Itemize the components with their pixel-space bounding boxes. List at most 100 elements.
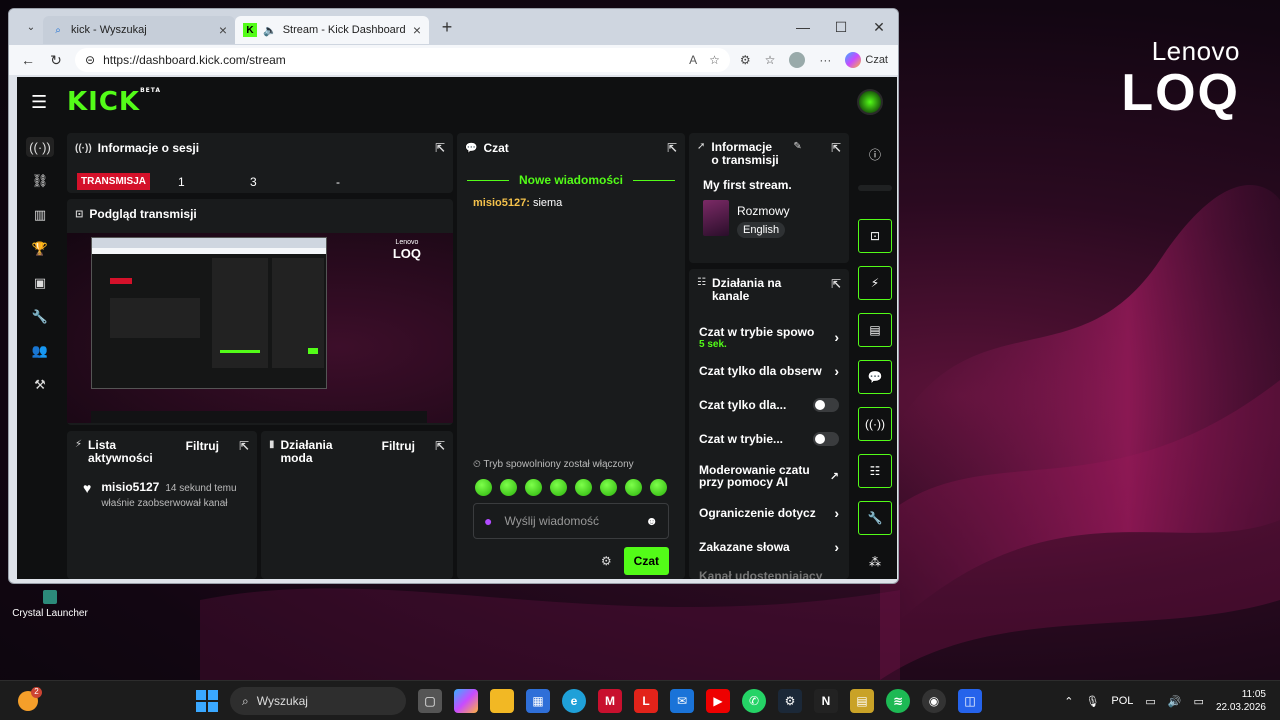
- emote-icon[interactable]: [575, 479, 592, 496]
- youtube-icon[interactable]: ▶: [706, 689, 730, 713]
- emote-icon[interactable]: [625, 479, 642, 496]
- profile-avatar[interactable]: [789, 52, 806, 68]
- notion-icon[interactable]: N: [814, 689, 838, 713]
- popout-icon[interactable]: ⇱: [239, 439, 249, 453]
- action-banned-words[interactable]: Zakazane słowa ›: [689, 530, 849, 564]
- microphone-tray-icon[interactable]: 🎙: [1085, 695, 1099, 708]
- winrar-icon[interactable]: ▤: [850, 689, 874, 713]
- favorite-star-icon[interactable]: ☆: [709, 53, 720, 67]
- document-toggle-icon[interactable]: ▤: [858, 313, 892, 347]
- stream-preview-video[interactable]: Lenovo LOQ: [67, 233, 453, 423]
- favorites-icon[interactable]: ☆: [765, 53, 776, 67]
- chat-input[interactable]: ● Wyślij wiadomość ☻: [473, 503, 669, 539]
- toggle-switch[interactable]: [813, 432, 839, 447]
- wrench-toggle-icon[interactable]: 🔧: [858, 501, 892, 535]
- popout-icon[interactable]: ⇱: [667, 141, 677, 155]
- chat-message-user[interactable]: misio5127:: [473, 197, 530, 209]
- emote-icon[interactable]: [525, 479, 542, 496]
- task-view-icon[interactable]: ▢: [418, 689, 442, 713]
- broadcast-toggle-icon[interactable]: ((·)): [858, 407, 892, 441]
- file-explorer-icon[interactable]: [490, 689, 514, 713]
- emote-icon[interactable]: [500, 479, 517, 496]
- widgets-icon[interactable]: 2: [18, 686, 42, 711]
- chevron-up-icon[interactable]: ⌃: [1064, 695, 1073, 708]
- bolt-toggle-icon[interactable]: ⚡: [858, 266, 892, 300]
- network-icon[interactable]: ▭: [1145, 695, 1155, 708]
- close-tab-icon[interactable]: ×: [413, 22, 421, 38]
- chat-toggle-icon[interactable]: 💬: [858, 360, 892, 394]
- chat-input-placeholder[interactable]: Wyślij wiadomość: [504, 514, 599, 528]
- emoji-icon[interactable]: ☻: [645, 514, 658, 528]
- analytics-nav-icon[interactable]: ▥: [26, 205, 54, 225]
- connections-icon[interactable]: ⁂: [858, 545, 892, 579]
- popout-icon[interactable]: ⇱: [831, 141, 841, 155]
- more-menu-icon[interactable]: ···: [819, 53, 831, 67]
- action-sharing-channel[interactable]: Kanał udostępniający: [689, 564, 849, 579]
- edge-browser-icon[interactable]: e: [562, 689, 586, 713]
- mcafee-icon[interactable]: M: [598, 689, 622, 713]
- category-name[interactable]: Rozmowy: [737, 204, 790, 218]
- read-aloud-icon[interactable]: A: [689, 53, 697, 67]
- address-bar[interactable]: ⊝ https://dashboard.kick.com/stream A ☆: [75, 48, 730, 72]
- extensions-icon[interactable]: ⚙: [740, 53, 751, 67]
- tab-actions-button[interactable]: ⌄: [19, 15, 43, 39]
- emote-icon[interactable]: [650, 479, 667, 496]
- tab-search[interactable]: ⌕ kick - Wyszukaj ×: [43, 16, 235, 44]
- copilot-app-icon[interactable]: [454, 689, 478, 713]
- copilot-button[interactable]: Czat: [845, 52, 888, 68]
- action-ai-moderation[interactable]: Moderowanie czatu przy pomocy AI ↗: [689, 456, 849, 496]
- emote-icon[interactable]: [475, 479, 492, 496]
- content-nav-icon[interactable]: ▣: [26, 273, 54, 293]
- outlook-icon[interactable]: ✉: [670, 689, 694, 713]
- start-button-icon[interactable]: [196, 690, 218, 712]
- minimize-button[interactable]: —: [784, 19, 822, 36]
- action-restrictions[interactable]: Ograniczenie dotycz ›: [689, 496, 849, 530]
- info-icon[interactable]: ⓘ: [858, 137, 892, 171]
- kick-logo[interactable]: KICKBETA: [67, 87, 161, 117]
- refresh-icon[interactable]: ↻: [47, 52, 65, 69]
- menu-icon[interactable]: ☰: [31, 92, 55, 113]
- site-info-icon[interactable]: ⊝: [85, 53, 95, 67]
- language-indicator[interactable]: POL: [1111, 695, 1133, 707]
- activity-filter-button[interactable]: Filtruj: [186, 439, 219, 453]
- action-followers-only[interactable]: Czat tylko dla obserw ›: [689, 354, 849, 388]
- app-icon[interactable]: ◫: [958, 689, 982, 713]
- action-slow-mode[interactable]: Czat w trybie spowo 5 sek. ›: [689, 320, 849, 354]
- popout-icon[interactable]: ⇱: [831, 277, 841, 291]
- new-tab-button[interactable]: +: [435, 17, 459, 38]
- lenovo-vantage-icon[interactable]: L: [634, 689, 658, 713]
- clock[interactable]: 11:05 22.03.2026: [1216, 688, 1266, 714]
- toggle-switch[interactable]: [813, 398, 839, 413]
- battery-icon[interactable]: ▭: [1194, 695, 1204, 708]
- layout-toggle-icon[interactable]: ☷: [858, 454, 892, 488]
- volume-icon[interactable]: 🔊: [1168, 695, 1182, 708]
- chat-settings-icon[interactable]: ⚙: [601, 554, 612, 568]
- taskbar-search[interactable]: ⌕ Wyszukaj: [230, 687, 406, 715]
- tab-kick-dashboard[interactable]: K 🔈 Stream - Kick Dashboard ×: [235, 16, 429, 44]
- maximize-button[interactable]: ☐: [822, 19, 860, 36]
- spotify-icon[interactable]: ≋: [886, 689, 910, 713]
- community-nav-icon[interactable]: 👥: [26, 341, 54, 361]
- microphone-icon[interactable]: ●: [484, 513, 492, 529]
- obs-icon[interactable]: ◉: [922, 689, 946, 713]
- wrench-nav-icon[interactable]: 🔧: [26, 307, 54, 327]
- popout-icon[interactable]: ⇱: [435, 141, 445, 155]
- preview-toggle-icon[interactable]: ⊡: [858, 219, 892, 253]
- edit-pencil-icon[interactable]: ✎: [793, 141, 801, 152]
- whatsapp-icon[interactable]: ✆: [742, 689, 766, 713]
- store-icon[interactable]: ▦: [526, 689, 550, 713]
- emote-icon[interactable]: [600, 479, 617, 496]
- send-chat-button[interactable]: Czat: [623, 547, 669, 575]
- close-tab-icon[interactable]: ×: [219, 22, 227, 38]
- link-nav-icon[interactable]: ⛓: [26, 171, 54, 191]
- close-window-button[interactable]: ✕: [860, 19, 898, 36]
- mod-filter-button[interactable]: Filtruj: [382, 439, 415, 453]
- stream-nav-icon[interactable]: ((·)): [26, 137, 54, 157]
- emote-icon[interactable]: [550, 479, 567, 496]
- desktop-icon-crystal-launcher[interactable]: Crystal Launcher: [10, 590, 90, 619]
- trophy-nav-icon[interactable]: 🏆: [26, 239, 54, 259]
- activity-user[interactable]: misio5127: [101, 480, 159, 494]
- tools-nav-icon[interactable]: ⚒: [26, 375, 54, 395]
- popout-icon[interactable]: ⇱: [435, 439, 445, 453]
- steam-icon[interactable]: ⚙: [778, 689, 802, 713]
